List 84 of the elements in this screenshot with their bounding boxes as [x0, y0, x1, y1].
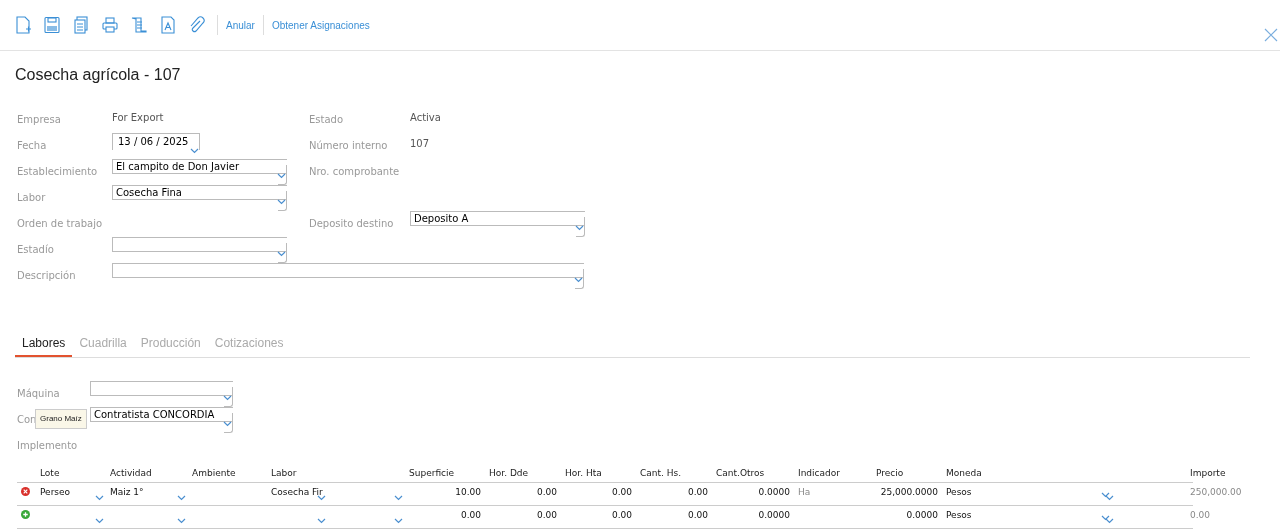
paperclip-icon[interactable]	[188, 16, 206, 34]
column-header: Moneda	[946, 468, 982, 478]
field-label: Nro. comprobante	[309, 166, 400, 177]
chevron-down-icon[interactable]	[277, 199, 286, 205]
table-cell: 0.00	[536, 509, 557, 520]
table-cell: Maiz 1°	[110, 486, 144, 497]
chevron-down-icon[interactable]	[575, 225, 584, 231]
field-label: Implemento	[17, 440, 78, 451]
chevron-down-icon[interactable]	[95, 494, 104, 501]
new-document-icon[interactable]	[14, 16, 32, 34]
field-label: Número interno	[309, 140, 388, 151]
field-label: Orden de trabajo	[17, 218, 103, 229]
column-header: Importe	[1190, 468, 1226, 478]
chevron-down-icon[interactable]	[317, 494, 326, 501]
save-icon[interactable]	[43, 16, 61, 34]
column-header: Lote	[40, 468, 60, 478]
chevron-down-icon[interactable]	[223, 395, 232, 401]
column-header: Hor. Hta	[565, 468, 602, 478]
select-field[interactable]	[112, 237, 287, 263]
chevron-down-icon[interactable]	[394, 517, 403, 524]
chevron-down-icon[interactable]	[95, 517, 104, 524]
table-cell: Perseo	[40, 486, 71, 497]
table-cell: 250,000.00	[1190, 486, 1242, 497]
table-cell: 0.0000	[906, 509, 938, 520]
scroll-document-icon[interactable]	[130, 16, 148, 34]
field-value: 107	[410, 137, 431, 151]
column-header: Hor. Dde	[489, 468, 529, 478]
select-field[interactable]	[90, 381, 233, 407]
field-label: Fecha	[17, 140, 47, 151]
field-value: Activa	[410, 111, 442, 125]
copy-icon[interactable]	[72, 16, 90, 34]
table-cell: Pesos	[946, 486, 972, 497]
field-label: Con	[17, 414, 37, 425]
chevron-down-icon[interactable]	[574, 277, 583, 283]
chevron-down-icon[interactable]	[177, 494, 186, 501]
table-cell: Cosecha Fir	[271, 486, 323, 497]
field-label: Estado	[309, 114, 344, 125]
field-label: Labor	[17, 192, 46, 203]
remove-icon[interactable]	[21, 486, 30, 496]
table-cell: Ha	[798, 486, 811, 497]
table-cell: 0.00	[611, 486, 632, 497]
close-icon[interactable]	[1264, 28, 1278, 42]
field-label: Deposito destino	[309, 218, 394, 229]
print-icon[interactable]	[101, 16, 119, 34]
column-header: Cant. Hs.	[640, 468, 682, 478]
table-cell: 0.0000	[758, 486, 790, 497]
column-header: Ambiente	[192, 468, 236, 478]
field-label: Descripción	[17, 270, 76, 281]
table-cell: 0.00	[536, 486, 557, 497]
table-cell: Pesos	[946, 509, 972, 520]
text-document-icon[interactable]	[159, 16, 177, 34]
chevron-down-icon[interactable]	[394, 494, 403, 501]
column-header: Indicador	[798, 468, 840, 478]
chevron-down-icon[interactable]	[177, 517, 186, 524]
toolbar-link[interactable]: Anular	[226, 17, 255, 33]
field-value: For Export	[112, 111, 165, 125]
table-cell: 0.00	[1190, 509, 1211, 520]
column-header: Superficie	[409, 468, 455, 478]
table-cell: 0.00	[611, 509, 632, 520]
add-icon[interactable]	[21, 509, 30, 519]
column-header: Cant.Otros	[716, 468, 765, 478]
table-cell: 0.00	[460, 509, 481, 520]
table-cell: 10.00	[455, 486, 481, 497]
chevron-down-icon[interactable]	[317, 517, 326, 524]
field-label: Empresa	[17, 114, 61, 125]
field-label: Máquina	[17, 388, 60, 399]
table-cell: 0.00	[687, 509, 708, 520]
column-header: Labor	[271, 468, 297, 478]
column-header: Precio	[876, 468, 904, 478]
select-field[interactable]	[112, 263, 584, 289]
column-header: Actividad	[110, 468, 152, 478]
chevron-down-icon[interactable]	[223, 421, 232, 427]
tooltip: Grano Maíz	[35, 409, 87, 429]
toolbar-link[interactable]: Obtener Asignaciones	[271, 17, 370, 33]
table-cell: 25,000.0000	[880, 486, 938, 497]
field-label: Estadío	[17, 244, 54, 255]
field-label: Establecimiento	[17, 166, 98, 177]
table-cell: 0.0000	[758, 509, 790, 520]
table-cell: 0.00	[687, 486, 708, 497]
page-title: Cosecha agrícola - 107	[15, 65, 182, 85]
chevron-down-icon[interactable]	[277, 173, 286, 179]
chevron-down-icon[interactable]	[277, 251, 286, 257]
chevron-down-icon[interactable]	[190, 148, 199, 154]
tab[interactable]: Labores	[15, 334, 73, 357]
